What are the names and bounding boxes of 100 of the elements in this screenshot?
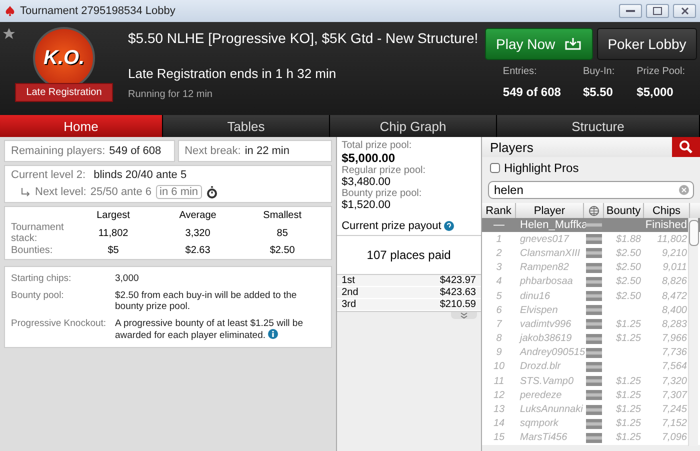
status-ribbon: Late Registration	[15, 83, 113, 102]
info-text: $2.50 from each buy-in will be added to the bounty prize pool.	[115, 290, 298, 312]
stopwatch-icon	[206, 186, 218, 198]
field-value: in 22 min	[244, 145, 290, 157]
pool-label: Total prize pool:	[342, 140, 413, 151]
minimize-icon	[626, 10, 635, 12]
player-row[interactable]: 7 vadimtv996 $1.25 8,283	[482, 317, 700, 332]
spade-icon	[4, 5, 16, 17]
table-cell-text: $2.50	[268, 245, 296, 256]
field-value: blinds 20/40 ante 5	[94, 169, 187, 181]
payout-amount: $423.97	[440, 275, 476, 286]
maximize-button[interactable]	[646, 4, 669, 18]
column-header: Average	[178, 210, 218, 221]
info-label: Bounty pool:	[11, 290, 65, 303]
stat-label: Entries:	[502, 66, 537, 77]
field-value: 25/50 ante 6	[90, 186, 152, 198]
flag-icon	[586, 390, 602, 400]
tournament-title: $5.50 NLHE [Progressive KO], $5K Gtd - New Structure!	[128, 29, 480, 46]
search-icon	[679, 140, 693, 154]
expand-tab-icon[interactable]	[451, 312, 477, 319]
player-row[interactable]: — Helen_Muffka Finished	[482, 218, 700, 232]
place-label: 1st	[342, 275, 355, 286]
pool-label: Regular prize pool:	[342, 165, 427, 176]
flag-icon	[586, 432, 602, 443]
flag-icon	[586, 348, 602, 358]
field-label: Current level 2:	[11, 169, 86, 181]
column-header: Largest	[96, 210, 131, 221]
pool-value: $1,520.00	[342, 199, 392, 211]
place-label: 3rd	[342, 299, 356, 310]
info-text: 3,000	[115, 273, 140, 284]
download-icon	[564, 37, 582, 51]
search-button[interactable]	[672, 137, 700, 157]
field-label: Next break:	[184, 145, 241, 157]
flag-icon	[586, 291, 602, 302]
sub-arrow-icon	[21, 188, 31, 196]
flag-icon	[586, 234, 602, 244]
field-label: Remaining players:	[11, 145, 106, 157]
search-field[interactable]: helen	[488, 181, 694, 199]
table-cell-text: $5	[106, 245, 120, 256]
stat-value: 549 of 608	[502, 85, 561, 99]
star-icon[interactable]	[3, 28, 15, 40]
player-row[interactable]: 13 LuksAnunnaki $1.25 7,245	[482, 402, 700, 417]
player-row[interactable]: 2 ClansmanXIII $2.50 9,210	[482, 246, 700, 261]
minimize-button[interactable]	[619, 4, 642, 18]
payout-title: Current prize payout	[342, 220, 442, 232]
flag-icon	[586, 276, 602, 287]
help-icon[interactable]	[444, 221, 454, 231]
stat-label: Buy-In:	[582, 66, 615, 77]
close-icon	[680, 7, 688, 15]
flag-icon	[586, 248, 602, 258]
payout-amount: $210.59	[440, 299, 476, 310]
tab[interactable]: Tables	[163, 115, 330, 137]
window-title: Tournament 2795198534 Lobby	[20, 5, 176, 17]
player-row[interactable]: 11 STS.Vamp0 $1.25 7,320	[482, 374, 700, 388]
highlight-pros-checkbox[interactable]	[490, 163, 500, 173]
tab[interactable]: Structure	[497, 115, 700, 137]
table-cell-text: 3,320	[184, 228, 212, 238]
globe-icon[interactable]	[588, 206, 598, 216]
column-header[interactable]: Bounty	[604, 203, 644, 218]
field-value: 549 of 608	[109, 145, 162, 157]
stat-value: $5.50	[582, 85, 613, 99]
flag-icon	[586, 362, 602, 372]
info-text: A progressive bounty of at least $1.25 will be awarded for each player eliminated.	[115, 318, 304, 341]
close-button[interactable]	[673, 4, 696, 18]
flag-icon	[586, 418, 602, 429]
player-row[interactable]: 12 peredeze $1.25 7,307	[482, 388, 700, 402]
player-row[interactable]: 6 Elvispen 8,400	[482, 303, 700, 318]
column-header: Smallest	[262, 210, 303, 221]
pool-value: $3,480.00	[342, 176, 392, 188]
flag-icon	[586, 262, 602, 273]
scrollbar[interactable]	[688, 218, 698, 446]
flag-icon	[586, 305, 602, 316]
flag-icon	[586, 404, 602, 415]
pool-label: Bounty prize pool:	[342, 188, 423, 199]
player-row[interactable]: 1 gneves017 $1.88 11,802	[482, 232, 700, 246]
time-badge: in 6 min	[156, 185, 202, 199]
info-label: Progressive Knockout:	[11, 318, 108, 331]
players-title: Players	[490, 140, 534, 154]
flag-icon	[586, 319, 602, 330]
pool-value: $5,000.00	[342, 151, 396, 165]
place-label: 2nd	[342, 287, 358, 298]
table-cell-text: 11,802	[97, 228, 130, 238]
row-label: Tournament stack:	[11, 222, 65, 244]
info-icon[interactable]	[268, 329, 278, 339]
late-registration-text: Late Registration ends in 1 h 32 min	[128, 66, 338, 81]
tab[interactable]: Chip Graph	[330, 115, 497, 137]
checkbox-label: Highlight Pros	[504, 161, 579, 175]
info-label: Starting chips:	[11, 273, 72, 284]
table-cell-text: $2.63	[184, 245, 212, 256]
play-now-button[interactable]: Play Now	[485, 28, 593, 60]
flag-icon	[586, 376, 602, 386]
poker-lobby-button[interactable]: Poker Lobby	[597, 28, 697, 60]
table-cell-text: 85	[276, 228, 289, 238]
stat-value: $5,000	[636, 85, 674, 99]
running-time: Running for 12 min	[128, 89, 214, 100]
field-label: Next level:	[35, 186, 86, 198]
maximize-icon	[653, 7, 662, 15]
stat-label: Prize Pool:	[636, 66, 685, 77]
tab[interactable]: Home	[0, 115, 163, 137]
payout-amount: $423.63	[440, 287, 476, 298]
